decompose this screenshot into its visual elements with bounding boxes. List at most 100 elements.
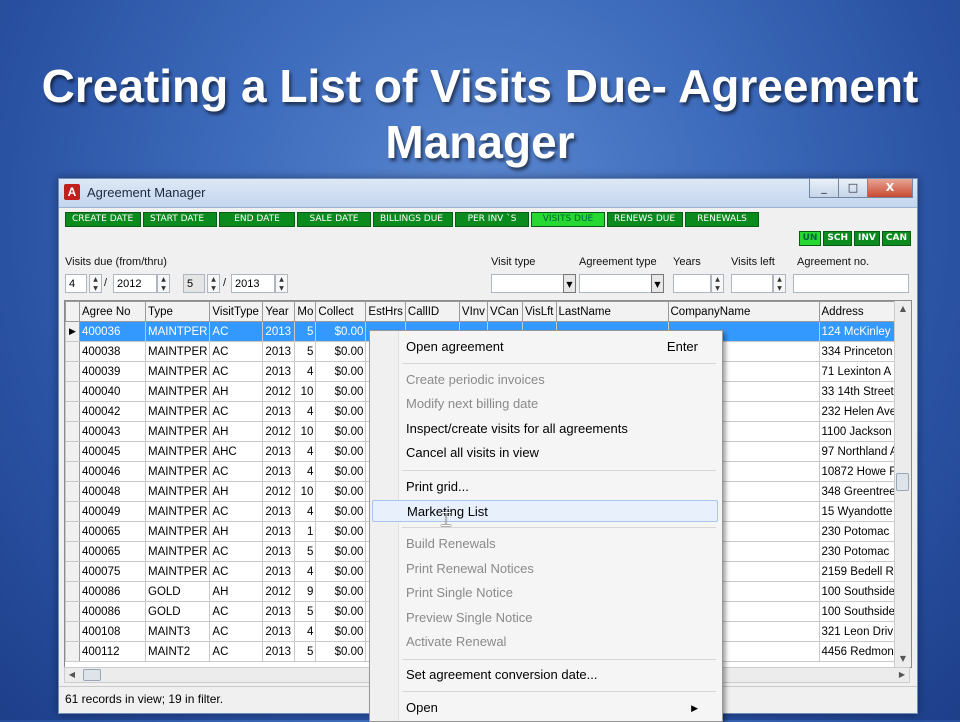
cell-year[interactable]: 2013 — [262, 461, 296, 482]
cell-type[interactable]: GOLD — [144, 601, 211, 622]
visit-type-dropdown-button[interactable]: ▼ — [563, 274, 576, 293]
cell-collect[interactable]: $0.00 — [315, 601, 367, 622]
row-indicator[interactable]: ▶ — [65, 321, 80, 342]
thru-year-spinner[interactable]: ▲ ▼ — [275, 274, 288, 293]
menu-item-build-renewals[interactable]: Build Renewals — [372, 533, 718, 555]
menu-item-inspect-create-visits[interactable]: Inspect/create visits for all agreements — [372, 418, 718, 440]
row-indicator[interactable] — [65, 501, 80, 522]
cell-address[interactable]: 100 Southside — [818, 601, 901, 622]
filter-tab-end-date[interactable]: END DATE — [219, 212, 295, 227]
cell-agree-no[interactable]: 400036 — [79, 321, 146, 342]
filter-tab-visits-due[interactable]: VISITS DUE — [531, 212, 605, 227]
cell-agree-no[interactable]: 400065 — [79, 541, 146, 562]
cell-collect[interactable]: $0.00 — [315, 401, 367, 422]
scroll-left-arrow-icon[interactable]: ◀ — [65, 668, 79, 682]
cell-year[interactable]: 2013 — [262, 541, 296, 562]
menu-item-print-renewal-notices[interactable]: Print Renewal Notices — [372, 558, 718, 580]
cell-type[interactable]: MAINTPER — [144, 341, 211, 362]
cell-agree-no[interactable]: 400043 — [79, 421, 146, 442]
thru-year-field[interactable]: 2013 — [231, 274, 275, 293]
menu-item-print-single-notice[interactable]: Print Single Notice — [372, 582, 718, 604]
cell-year[interactable]: 2013 — [262, 501, 296, 522]
cell-agree-no[interactable]: 400075 — [79, 561, 146, 582]
cell-year[interactable]: 2012 — [262, 581, 296, 602]
row-indicator[interactable] — [65, 601, 80, 622]
filter-tab-start-date[interactable]: START DATE — [143, 212, 217, 227]
cell-address[interactable]: 230 Potomac — [818, 521, 901, 542]
cell-agree-no[interactable]: 400048 — [79, 481, 146, 502]
visits-left-field[interactable] — [731, 274, 773, 293]
cell-address[interactable]: 321 Leon Driv — [818, 621, 901, 642]
row-indicator[interactable] — [65, 521, 80, 542]
menu-item-modify-next-billing-date[interactable]: Modify next billing date — [372, 393, 718, 415]
agreement-type-dropdown-button[interactable]: ▼ — [651, 274, 664, 293]
column-header-company-name[interactable]: CompanyName — [667, 301, 820, 322]
thru-month-spinner[interactable]: ▲ ▼ — [207, 274, 220, 293]
row-indicator[interactable] — [65, 361, 80, 382]
cell-mo[interactable]: 4 — [294, 501, 317, 522]
cell-agree-no[interactable]: 400046 — [79, 461, 146, 482]
menu-item-cancel-all-visits[interactable]: Cancel all visits in view — [372, 442, 718, 464]
agreement-no-field[interactable] — [793, 274, 909, 293]
cell-type[interactable]: MAINTPER — [144, 321, 211, 342]
cell-visit-type[interactable]: AC — [209, 541, 264, 562]
status-tab-inv[interactable]: INV — [854, 231, 880, 246]
cell-agree-no[interactable]: 400045 — [79, 441, 146, 462]
cell-address[interactable]: 1100 Jackson — [818, 421, 901, 442]
cell-visit-type[interactable]: AC — [209, 401, 264, 422]
column-header-last-name[interactable]: LastName — [555, 301, 669, 322]
row-indicator[interactable] — [65, 481, 80, 502]
cell-address[interactable]: 348 Greentree — [818, 481, 901, 502]
cell-type[interactable]: MAINT2 — [144, 641, 211, 662]
cell-address[interactable]: 4456 Redmon — [818, 641, 901, 662]
cell-year[interactable]: 2012 — [262, 421, 296, 442]
cell-address[interactable]: 2159 Bedell R — [818, 561, 901, 582]
row-indicator[interactable] — [65, 621, 80, 642]
row-indicator[interactable] — [65, 421, 80, 442]
row-indicator[interactable] — [65, 441, 80, 462]
cell-visit-type[interactable]: AC — [209, 641, 264, 662]
cell-year[interactable]: 2012 — [262, 381, 296, 402]
cell-mo[interactable]: 5 — [294, 341, 317, 362]
cell-collect[interactable]: $0.00 — [315, 621, 367, 642]
status-tab-sch[interactable]: SCH — [823, 231, 853, 246]
close-button[interactable]: X — [867, 179, 913, 198]
cell-visit-type[interactable]: AC — [209, 561, 264, 582]
cell-type[interactable]: MAINT3 — [144, 621, 211, 642]
cell-year[interactable]: 2013 — [262, 441, 296, 462]
row-indicator[interactable] — [65, 641, 80, 662]
column-header-vinv[interactable]: VInv — [458, 301, 488, 322]
cell-visit-type[interactable]: AH — [209, 521, 264, 542]
status-tab-un[interactable]: UN — [798, 231, 822, 246]
cell-agree-no[interactable]: 400039 — [79, 361, 146, 382]
cell-collect[interactable]: $0.00 — [315, 501, 367, 522]
column-header-vislft[interactable]: VisLft — [521, 301, 557, 322]
cell-address[interactable]: 15 Wyandotte — [818, 501, 901, 522]
menu-item-preview-single-notice[interactable]: Preview Single Notice — [372, 607, 718, 629]
cell-year[interactable]: 2012 — [262, 481, 296, 502]
column-header-est-hrs[interactable]: EstHrs — [365, 301, 406, 322]
column-header-year[interactable]: Year — [262, 301, 296, 322]
cell-agree-no[interactable]: 400086 — [79, 581, 146, 602]
filter-tab-renewals[interactable]: RENEWALS — [685, 212, 759, 227]
cell-collect[interactable]: $0.00 — [315, 581, 367, 602]
thru-month-field[interactable]: 5 — [183, 274, 205, 293]
cell-collect[interactable]: $0.00 — [315, 481, 367, 502]
cell-address[interactable]: 230 Potomac — [818, 541, 901, 562]
cell-agree-no[interactable]: 400086 — [79, 601, 146, 622]
cell-collect[interactable]: $0.00 — [315, 421, 367, 442]
cell-visit-type[interactable]: AC — [209, 361, 264, 382]
cell-visit-type[interactable]: AC — [209, 461, 264, 482]
cell-agree-no[interactable]: 400112 — [79, 641, 146, 662]
column-header-agree-no[interactable]: Agree No — [79, 301, 146, 322]
cell-mo[interactable]: 4 — [294, 461, 317, 482]
column-header-mo[interactable]: Mo — [294, 301, 317, 322]
row-indicator[interactable] — [65, 341, 80, 362]
cell-agree-no[interactable]: 400049 — [79, 501, 146, 522]
menu-item-open-agreement[interactable]: Open agreement Enter — [372, 336, 718, 358]
cell-mo[interactable]: 4 — [294, 561, 317, 582]
cell-collect[interactable]: $0.00 — [315, 441, 367, 462]
cell-visit-type[interactable]: AH — [209, 421, 264, 442]
cell-type[interactable]: MAINTPER — [144, 441, 211, 462]
cell-collect[interactable]: $0.00 — [315, 461, 367, 482]
